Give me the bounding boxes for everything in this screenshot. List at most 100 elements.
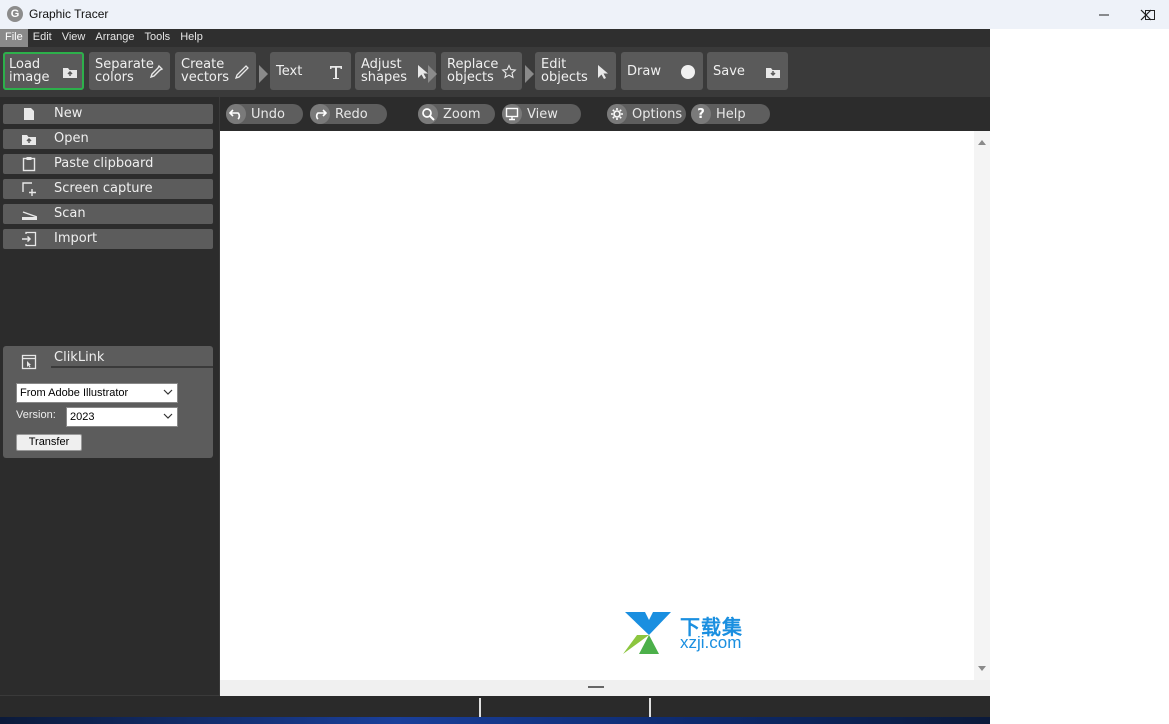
app-window: File Edit View Arrange Tools Help Load i… [0,29,990,724]
status-divider [479,698,481,717]
scroll-down-icon [978,666,986,671]
eyedropper-icon [147,63,165,81]
pencil-icon [233,63,251,81]
circle-icon [679,63,697,81]
app-logo-icon: G [7,6,23,22]
clipboard-icon [21,156,37,172]
undo-icon [226,104,246,124]
version-value: 2023 [70,411,95,423]
menu-edit[interactable]: Edit [28,29,57,47]
zoom-label: Zoom [443,106,481,122]
new-label: New [54,106,83,121]
paste-clipboard-label: Paste clipboard [54,156,154,171]
site-watermark: 下载集 xzji.com [621,611,761,656]
menu-file[interactable]: File [0,29,28,47]
open-button[interactable]: Open [3,129,213,149]
source-app-value: From Adobe Illustrator [20,387,129,399]
watermark-url: xzji.com [680,633,742,652]
resize-grip-icon[interactable] [588,686,604,688]
replace-objects-button[interactable]: Replace objects [441,52,522,90]
draw-label: Draw [627,64,661,79]
text-tool-icon [327,63,345,81]
version-select[interactable]: 2023 [66,407,178,427]
paste-clipboard-button[interactable]: Paste clipboard [3,154,213,174]
help-button[interactable]: ? Help [691,104,770,124]
search-icon [418,104,438,124]
load-image-button[interactable]: Load image [3,52,84,90]
import-label: Import [54,231,98,246]
minimize-button-hit [1081,0,1127,29]
open-folder-icon [21,131,37,147]
redo-label: Redo [335,106,368,122]
undo-button[interactable]: Undo [226,104,303,124]
create-vectors-button[interactable]: Create vectors [175,52,256,90]
new-button[interactable]: New [3,104,213,124]
adjust-shapes-button[interactable]: Adjust shapes [355,52,436,90]
close-button[interactable] [1123,0,1169,29]
undo-label: Undo [251,106,285,122]
separate-colors-button[interactable]: Separate colors [89,52,170,90]
import-icon [21,231,37,247]
secondary-toolbar: Undo Redo Zoom View Options ? Help [220,97,990,131]
save-button[interactable]: Save [707,52,788,90]
cursor-icon [594,63,612,81]
adjust-shapes-label: Adjust shapes [361,57,408,85]
transfer-button[interactable]: Transfer [16,434,82,451]
load-image-label: Load image [9,57,50,85]
file-panel: New Open Paste clipboard Screen capture … [0,97,219,695]
cliklink-panel: ClikLink From Adobe Illustrator Version:… [3,346,213,458]
separate-colors-label: Separate colors [95,57,154,85]
chevron-down-icon [163,411,173,424]
step-arrow-icon [428,65,437,83]
redo-button[interactable]: Redo [310,104,387,124]
screen-capture-label: Screen capture [54,181,153,196]
text-button[interactable]: Text [270,52,351,90]
step-arrow-icon [259,65,268,83]
title-bar: G Graphic Tracer [0,0,1169,29]
menu-view[interactable]: View [57,29,91,47]
desktop-taskbar-strip [0,717,990,724]
save-icon [764,63,782,81]
window-title: Graphic Tracer [29,7,109,21]
options-button[interactable]: Options [607,104,686,124]
cliklink-title: ClikLink [54,350,105,365]
text-label: Text [276,64,303,79]
menu-bar: File Edit View Arrange Tools Help [0,29,990,47]
close-icon [1140,9,1152,20]
import-button[interactable]: Import [3,229,213,249]
help-label: Help [716,106,746,122]
edit-objects-label: Edit objects [541,57,588,85]
screen-capture-icon [21,181,37,197]
draw-button[interactable]: Draw [621,52,703,90]
menu-arrange[interactable]: Arrange [90,29,139,47]
menu-tools[interactable]: Tools [140,29,176,47]
drawing-canvas[interactable] [220,131,974,680]
scan-button[interactable]: Scan [3,204,213,224]
source-app-select[interactable]: From Adobe Illustrator [16,383,178,403]
zoom-button[interactable]: Zoom [418,104,495,124]
question-icon: ? [691,104,711,124]
menu-help[interactable]: Help [175,29,208,47]
watermark-logo-icon [623,612,671,654]
create-vectors-label: Create vectors [181,57,230,85]
vertical-scrollbar[interactable] [974,131,990,680]
version-label: Version: [16,409,56,421]
options-label: Options [632,106,683,122]
document-icon [21,106,37,122]
save-label: Save [713,64,745,79]
load-image-icon [61,63,79,81]
view-label: View [527,106,558,122]
status-divider [649,698,651,717]
cliklink-divider [51,366,213,368]
main-toolbar: Load image Separate colors Create vector… [0,47,990,97]
scroll-up-icon [978,140,986,145]
replace-objects-label: Replace objects [447,57,499,85]
status-bar [0,696,990,717]
monitor-icon [502,104,522,124]
gear-icon [607,104,627,124]
edit-objects-button[interactable]: Edit objects [535,52,616,90]
step-arrow-icon [525,65,534,83]
screen-capture-button[interactable]: Screen capture [3,179,213,199]
view-button[interactable]: View [502,104,581,124]
canvas-resize-strip[interactable] [220,680,990,696]
